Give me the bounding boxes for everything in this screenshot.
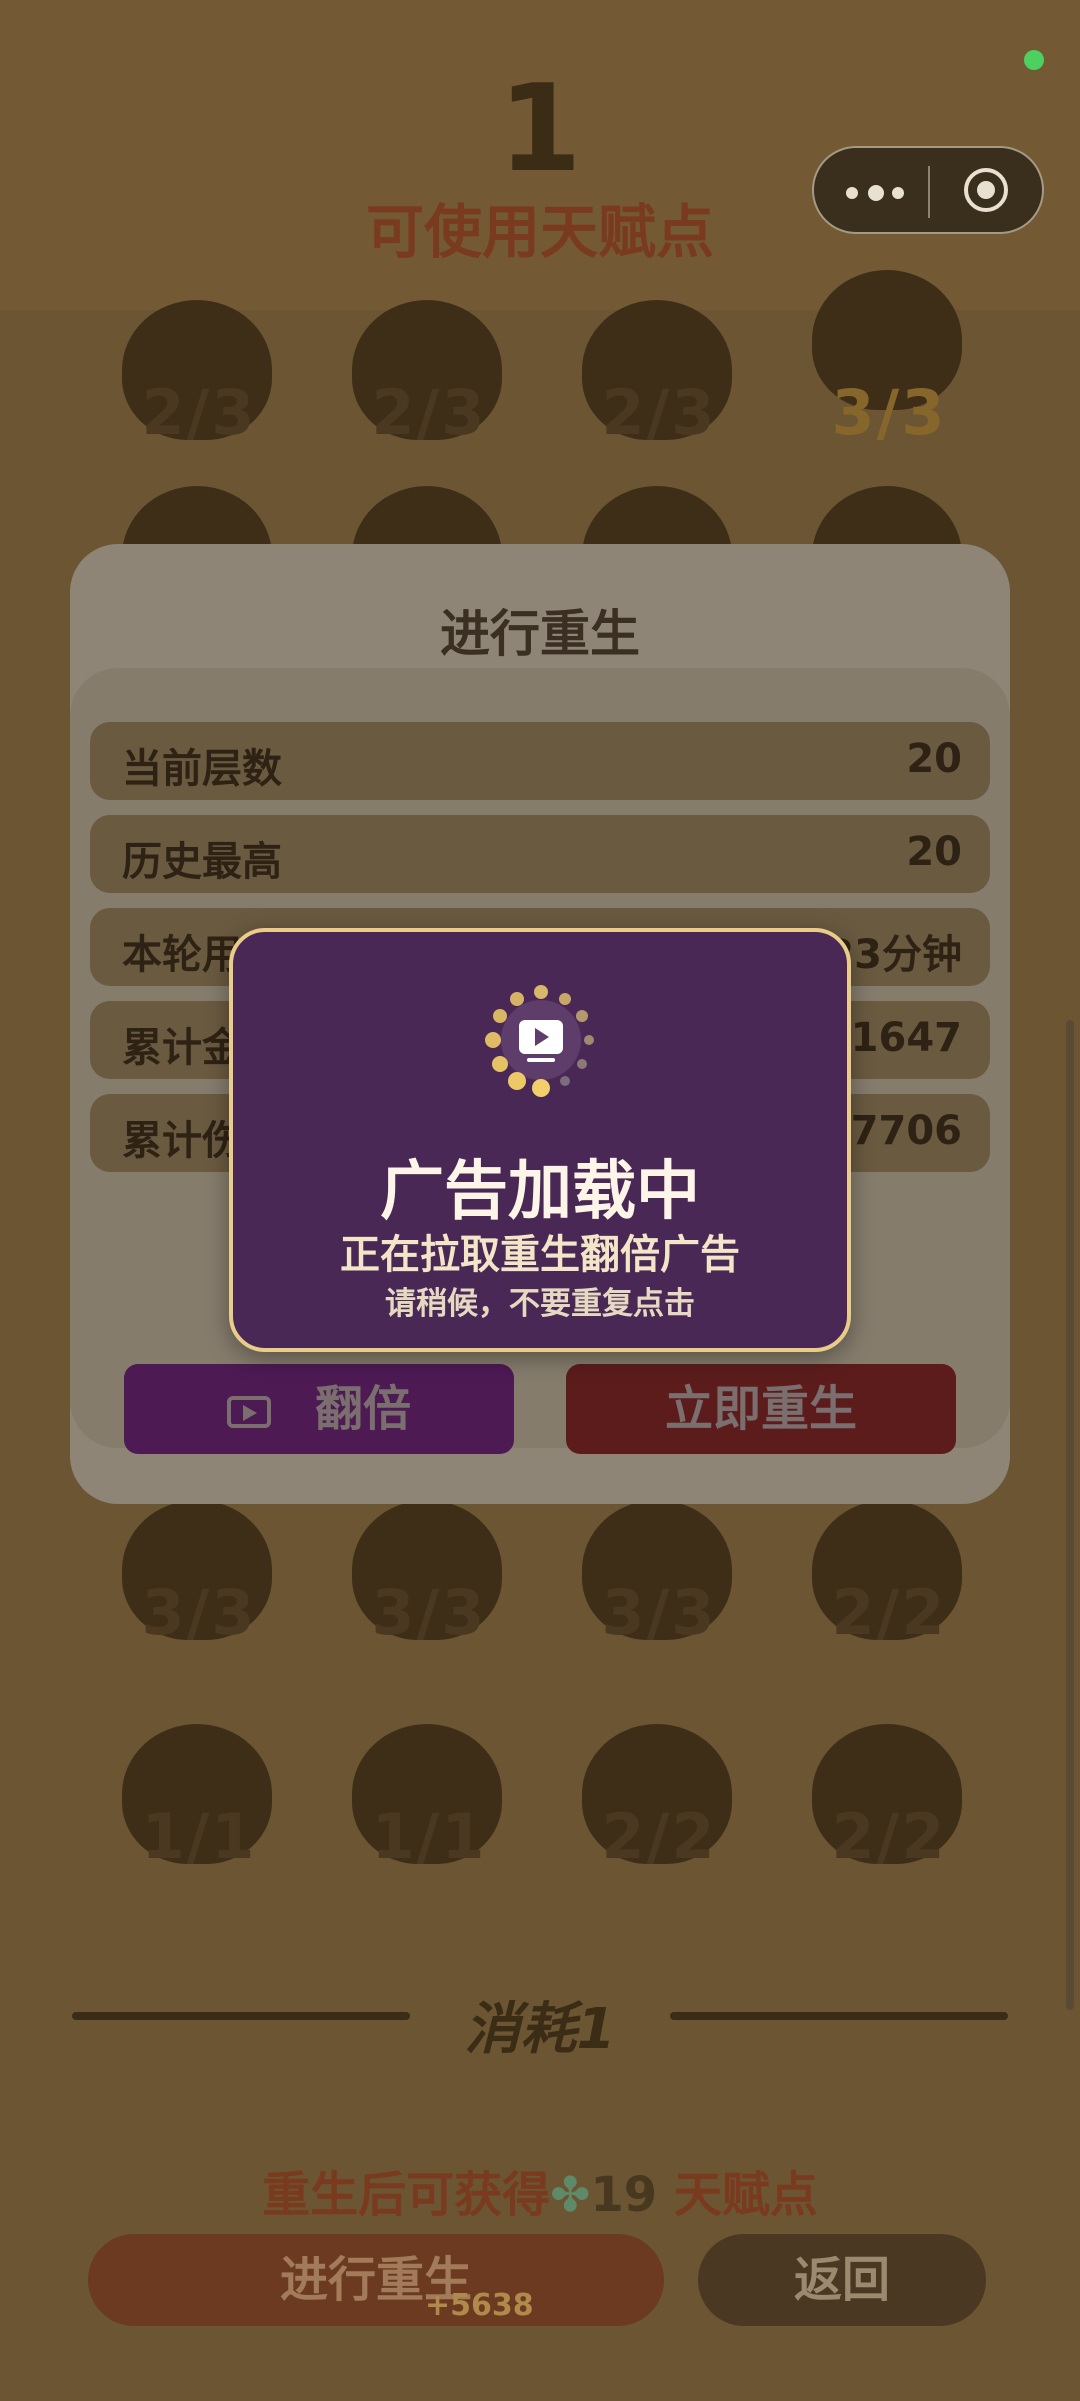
gain-prefix: 重生后可获得 — [262, 2167, 551, 2223]
talent-level: 2/3 — [371, 376, 487, 449]
talent-level: 1/1 — [371, 1800, 487, 1873]
talent-item[interactable]: 3/3 — [344, 1500, 514, 1660]
rebirth-gain-text: 重生后可获得✤19 天赋点 — [0, 2155, 1080, 2225]
clover-icon: ✤ — [550, 2167, 591, 2223]
talent-level: 3/3 — [371, 1576, 487, 1649]
double-label: 翻倍 — [314, 1381, 411, 1437]
talent-level: 2/2 — [831, 1800, 947, 1873]
rebirth-button[interactable]: 进行重生 — [88, 2234, 664, 2326]
stat-row-history-best: 历史最高 20 — [90, 815, 990, 893]
talent-level: 1/1 — [141, 1800, 257, 1873]
divider-right — [670, 2012, 1008, 2020]
talent-item[interactable]: 1/1 — [114, 1724, 284, 1884]
talent-level: 2/2 — [831, 1576, 947, 1649]
toast-title: 广告加载中 — [380, 1155, 700, 1229]
talent-level: 2/3 — [141, 376, 257, 449]
talent-level: 2/2 — [601, 1800, 717, 1873]
capsule-divider — [928, 166, 930, 218]
close-target-icon[interactable] — [964, 168, 1008, 212]
talent-item[interactable]: 2/2 — [804, 1500, 974, 1660]
status-dot — [1024, 50, 1044, 70]
talent-item[interactable]: 2/2 — [804, 1724, 974, 1884]
talent-item[interactable]: 3/3 — [114, 1500, 284, 1660]
stat-value: 20 — [906, 829, 962, 875]
stat-value: 20 — [906, 736, 962, 782]
loading-spinner-icon — [483, 982, 599, 1098]
talent-level: 2/3 — [601, 376, 717, 449]
talent-level: 3/3 — [831, 376, 947, 449]
talent-level: 3/3 — [141, 1576, 257, 1649]
stat-label: 当前层数 — [122, 746, 282, 792]
scrollbar[interactable] — [1066, 1020, 1074, 2010]
double-button[interactable]: 翻倍 — [124, 1364, 514, 1454]
cost-label: 消耗1 — [464, 1997, 616, 2062]
talent-level: 3/3 — [601, 1576, 717, 1649]
talent-item[interactable]: 3/3 — [574, 1500, 744, 1660]
ad-loading-toast: 广告加载中 正在拉取重生翻倍广告 请稍候，不要重复点击 — [229, 928, 851, 1352]
mini-program-capsule — [812, 146, 1044, 234]
toast-subtitle: 正在拉取重生翻倍广告 — [340, 1232, 740, 1278]
stat-label: 历史最高 — [122, 839, 282, 885]
talent-item[interactable]: 2/3 — [114, 300, 284, 460]
video-ad-icon — [226, 1396, 271, 1428]
talent-item[interactable]: 3/3 — [804, 270, 974, 449]
toast-hint: 请稍候，不要重复点击 — [385, 1286, 695, 1322]
stat-row-current-floor: 当前层数 20 — [90, 722, 990, 800]
rebirth-now-button[interactable]: 立即重生 — [566, 1364, 956, 1454]
back-button[interactable]: 返回 — [698, 2234, 986, 2326]
talent-item[interactable]: 2/3 — [574, 300, 744, 460]
talent-item[interactable]: 2/2 — [574, 1724, 744, 1884]
divider-left — [72, 2012, 410, 2020]
floating-number: +5638 — [425, 2288, 534, 2323]
gain-amount: 19 — [590, 2167, 658, 2223]
dialog-title: 进行重生 — [440, 605, 640, 663]
gain-suffix: 天赋点 — [673, 2167, 818, 2223]
talent-item[interactable]: 2/3 — [344, 300, 514, 460]
more-icon[interactable] — [846, 174, 910, 210]
talent-item[interactable]: 1/1 — [344, 1724, 514, 1884]
